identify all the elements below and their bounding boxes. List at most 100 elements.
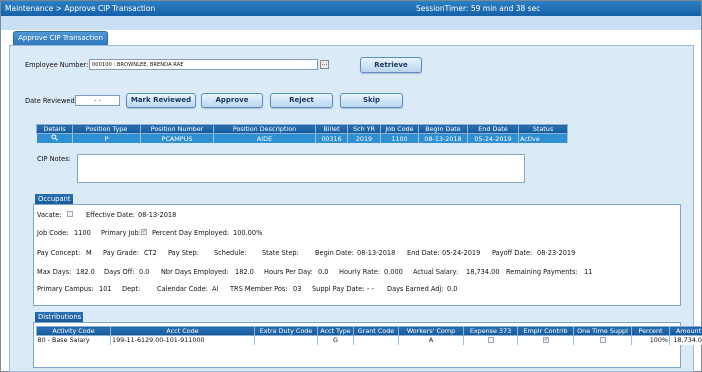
pay-grade-label: Pay Grade: (103, 249, 140, 257)
reject-button[interactable]: Reject (270, 93, 333, 108)
pay-concept-value: M (86, 249, 92, 257)
percent-cell: 100% (631, 335, 670, 345)
magnifier-icon[interactable] (51, 134, 58, 141)
max-days-label: Max Days: (37, 268, 72, 276)
days-off-value: 0.0 (139, 268, 150, 276)
column-header: Billet (315, 124, 348, 134)
employee-number-label: Employee Number: (25, 61, 89, 69)
calendar-code-label: Calendar Code: (157, 285, 208, 293)
mark-reviewed-button[interactable]: Mark Reviewed (126, 93, 196, 108)
column-header: Expense 373 (463, 326, 518, 336)
column-header: Amount (669, 326, 702, 336)
approve-button[interactable]: Approve (201, 93, 263, 108)
activity-code-cell: 80 - Base Salary (36, 335, 111, 345)
sub-header-strip (1, 16, 701, 30)
primary-job-checkbox[interactable] (141, 228, 147, 235)
end-date-label: End Date: (407, 249, 440, 257)
column-header: Grant Code (353, 326, 399, 336)
cip-notes-textarea[interactable] (77, 154, 525, 183)
trs-member-pos-value: 03 (293, 285, 302, 293)
table-row[interactable]: 80 - Base Salary 199-11-6129.00-101-9110… (36, 335, 702, 345)
end-date-value: 05-24-2019 (442, 249, 481, 257)
percent-day-value: 100.00% (233, 229, 263, 237)
one-time-suppl-cell (573, 335, 632, 345)
begin-date-value: 08-13-2018 (357, 249, 396, 257)
pay-grade-value: CT2 (144, 249, 157, 257)
begin-date-label: Begin Date: (315, 249, 354, 257)
state-step-label: State Step: (262, 249, 299, 257)
billet-cell: 00316 (315, 133, 348, 143)
pay-step-label: Pay Step: (168, 249, 199, 257)
extra-duty-code-cell (254, 335, 318, 345)
end-date-cell: 05-24-2019 (467, 133, 519, 143)
column-header: Acct Type (317, 326, 354, 336)
remaining-payments-label: Remaining Payments: (506, 268, 578, 276)
column-header: Workers' Comp (398, 326, 464, 336)
breadcrumb: Maintenance > Approve CIP Transaction (5, 4, 156, 13)
vacate-checkbox[interactable] (67, 211, 73, 217)
primary-campus-value: 101 (99, 285, 112, 293)
tab-approve-cip-transaction[interactable]: Approve CIP Transaction (13, 31, 108, 45)
job-code-label: Job Code: (37, 229, 69, 237)
column-header: Begin Date (418, 124, 468, 134)
occupant-title: Occupant (35, 194, 73, 204)
column-header: Position Description (213, 124, 316, 134)
column-header: Position Type (72, 124, 141, 134)
column-header: One Time Suppl (573, 326, 632, 336)
job-code-cell: 1100 (380, 133, 419, 143)
session-timer: SessionTimer: 59 min and 38 sec (416, 4, 541, 13)
suppl-pay-date-label: Suppl Pay Date: (312, 285, 365, 293)
acct-type-cell: G (317, 335, 354, 345)
one-time-suppl-checkbox[interactable] (599, 337, 606, 344)
skip-button[interactable]: Skip (340, 93, 403, 108)
date-reviewed-input[interactable]: - - (75, 95, 120, 106)
status-cell: Active (518, 133, 568, 143)
column-header: Emplr Contrib (517, 326, 574, 336)
primary-job-label: Primary Job: (101, 229, 141, 237)
column-header: Percent (631, 326, 670, 336)
emplr-contrib-checkbox[interactable] (542, 336, 549, 344)
actual-salary-value: 18,734.00 (466, 268, 500, 276)
date-reviewed-label: Date Reviewed: (25, 97, 77, 105)
column-header: End Date (467, 124, 519, 134)
days-earned-adj-value: 0.0 (447, 285, 458, 293)
employee-number-input[interactable]: 000100 : BROWNLEE, BRENDA RAE (89, 59, 318, 70)
cip-notes-label: CIP Notes: (37, 155, 71, 163)
acct-code-cell: 199-11-6129.00-101-911000 (110, 335, 255, 345)
distributions-title: Distributions (35, 312, 83, 322)
column-header: Position Number (140, 124, 214, 134)
hours-per-day-label: Hours Per Day: (264, 268, 313, 276)
max-days-value: 182.0 (76, 268, 95, 276)
actual-salary-label: Actual Salary: (413, 268, 459, 276)
expense-373-checkbox[interactable] (487, 337, 494, 344)
employee-lookup-button[interactable]: ... (320, 60, 329, 69)
primary-campus-label: Primary Campus: (37, 285, 94, 293)
payoff-date-value: 08-23-2019 (537, 249, 576, 257)
position-description-cell: AIDE (213, 133, 316, 143)
column-header: Acct Code (110, 326, 255, 336)
nbr-days-value: 182.0 (235, 268, 254, 276)
sch-yr-cell: 2019 (347, 133, 381, 143)
details-cell[interactable] (36, 133, 73, 143)
column-header: Job Code (380, 124, 419, 134)
position-type-cell: P (72, 133, 141, 143)
schedule-label: Schedule: (214, 249, 247, 257)
column-header: Sch YR (347, 124, 381, 134)
top-bar: Maintenance > Approve CIP Transaction Se… (1, 1, 701, 16)
table-row[interactable]: P PCAMPUS AIDE 00316 2019 1100 08-13-201… (36, 133, 568, 143)
vacate-label: Vacate: (37, 211, 62, 219)
retrieve-button[interactable]: Retrieve (360, 57, 422, 73)
days-earned-adj-label: Days Earned Adj: (387, 285, 444, 293)
expense-373-cell (463, 335, 518, 345)
days-off-label: Days Off: (104, 268, 135, 276)
trs-member-pos-label: TRS Member Pos: (230, 285, 288, 293)
pay-concept-label: Pay Concept: (37, 249, 81, 257)
percent-day-label: Percent Day Employed: (152, 229, 230, 237)
effective-date-value: 08-13-2018 (138, 211, 177, 219)
column-header: Extra Duty Code (254, 326, 318, 336)
hourly-rate-label: Hourly Rate: (339, 268, 381, 276)
job-code-value: 1100 (74, 229, 91, 237)
position-table-header: Details Position Type Position Number Po… (36, 124, 568, 134)
column-header: Status (518, 124, 568, 134)
hourly-rate-value: 0.000 (384, 268, 403, 276)
